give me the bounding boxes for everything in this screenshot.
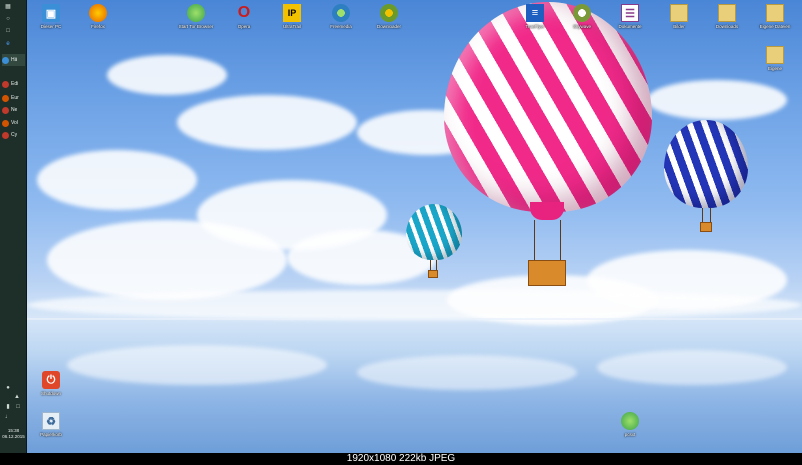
- desktop-icon-shutdown[interactable]: ⏻ Shutdown: [27, 371, 75, 396]
- desktop-icon-documents[interactable]: ☰ Dokumente: [606, 4, 654, 29]
- hot-air-balloon-teal: [406, 204, 462, 280]
- desktop-icon-this-pc[interactable]: ▣ Dieser PC: [27, 4, 75, 29]
- search-icon[interactable]: ○: [4, 16, 12, 23]
- downloads-folder-icon: [718, 4, 736, 22]
- app-icon: [621, 412, 639, 430]
- icon-label: UltraTrail: [282, 24, 302, 29]
- taskbar-item-5[interactable]: Cy: [2, 129, 25, 141]
- desktop-icon-firefox[interactable]: Firefox: [74, 4, 122, 29]
- desktop-icon-app[interactable]: pcsxt: [606, 412, 654, 437]
- icon-label: pcsxt: [624, 432, 636, 437]
- documents-icon: ☰: [621, 4, 639, 22]
- battery-icon[interactable]: ▮: [4, 404, 12, 411]
- taskbar-item-label: Vol: [11, 120, 18, 126]
- icon-label: Dokumente: [618, 24, 642, 29]
- pictures-folder-icon: [670, 4, 688, 22]
- power-icon: ⏻: [42, 371, 60, 389]
- app-icon: [2, 119, 9, 127]
- taskbar-item-label: Hä: [11, 57, 18, 63]
- firefox-icon: [89, 4, 107, 22]
- desktop-icon-recycle-bin[interactable]: ♻ Papierkorb: [27, 412, 75, 437]
- app-icon: [2, 131, 9, 139]
- desktop-icon-ultratrail[interactable]: IP UltraTrail: [268, 4, 316, 29]
- icon-label: TrueFlyer: [525, 24, 545, 29]
- icon-label: Firefox: [91, 24, 105, 29]
- trueflyer-icon: ≡: [526, 4, 544, 22]
- taskbar: ▦ ○ □ e Hä Edi Eur Ne Vol Cy ● ▲ ▮ □ ♩ 1…: [0, 0, 27, 453]
- taskbar-item-1[interactable]: Edi: [2, 78, 25, 90]
- desktop-icon-opera[interactable]: O Opera: [220, 4, 268, 29]
- skywave-icon: [573, 4, 591, 22]
- icon-label: Freemedia: [330, 24, 352, 29]
- app-icon: [2, 94, 9, 102]
- taskbar-clock[interactable]: 15:38 06.12.2015: [0, 428, 27, 440]
- folder-icon: [766, 46, 784, 64]
- icon-label: Eigene Dateien: [759, 24, 791, 29]
- opera-icon: O: [237, 4, 251, 21]
- edge-icon[interactable]: e: [4, 41, 12, 48]
- tor-icon: [187, 4, 205, 22]
- app-icon: [2, 80, 9, 88]
- ultratrail-icon: IP: [283, 4, 301, 22]
- desktop-icon-trueflyer[interactable]: ≡ TrueFlyer: [511, 4, 559, 29]
- computer-icon: ▣: [42, 4, 60, 22]
- window-icon: [2, 56, 9, 64]
- icon-label: Eigene: [767, 66, 782, 71]
- taskbar-item-3[interactable]: Ne: [2, 104, 25, 116]
- task-view-icon[interactable]: □: [4, 28, 12, 35]
- network-icon[interactable]: ▲: [13, 394, 21, 401]
- desktop-icon-freemedia[interactable]: Freemedia: [317, 4, 365, 29]
- hot-air-balloon-blue: [664, 120, 748, 234]
- desktop-icon-downloads[interactable]: Downloads: [703, 4, 751, 29]
- image-caption: 1920x1080 222kb JPEG: [0, 453, 802, 465]
- icon-label: Downloader: [376, 24, 401, 29]
- taskbar-item-label: Edi: [11, 81, 19, 87]
- freemedia-icon: [332, 4, 350, 22]
- volume-icon[interactable]: ♩: [4, 414, 12, 421]
- taskbar-item-label: Cy: [11, 132, 18, 138]
- desktop-icon-folder[interactable]: Eigene: [751, 46, 799, 71]
- icon-label: Downloads: [715, 24, 739, 29]
- icon-label: Shutdown: [40, 391, 61, 396]
- desktop-icon-downloader[interactable]: Downloader: [365, 4, 413, 29]
- hot-air-balloon-large: [444, 2, 652, 292]
- desktop-icon-pictures[interactable]: Bilder: [655, 4, 703, 29]
- icon-label: Dieser PC: [40, 24, 62, 29]
- recycle-bin-icon: ♻: [42, 412, 60, 430]
- icon-label: Skywave: [572, 24, 591, 29]
- folder-icon: [766, 4, 784, 22]
- desktop-icon-my-files[interactable]: Eigene Dateien: [751, 4, 799, 29]
- notification-icon[interactable]: □: [14, 404, 22, 411]
- clock-date: 06.12.2015: [2, 434, 25, 439]
- people-icon[interactable]: ●: [4, 385, 12, 392]
- icon-label: Bilder: [673, 24, 685, 29]
- icon-label: Opera: [237, 24, 251, 29]
- taskbar-item-label: Eur: [11, 95, 19, 101]
- icon-label: Papierkorb: [40, 432, 62, 437]
- taskbar-item-2[interactable]: Eur: [2, 92, 25, 104]
- app-icon: [2, 106, 9, 114]
- icon-label: Start Tor Browser: [178, 24, 214, 29]
- taskbar-item-label: Ne: [11, 107, 18, 113]
- desktop-icon-tor[interactable]: Start Tor Browser: [172, 4, 220, 29]
- taskbar-item-active[interactable]: Hä: [2, 54, 25, 66]
- start-icon[interactable]: ▦: [4, 4, 12, 11]
- desktop-screen: ▦ ○ □ e Hä Edi Eur Ne Vol Cy ● ▲ ▮ □ ♩ 1…: [0, 0, 802, 453]
- downloader-icon: [380, 4, 398, 22]
- desktop-icon-skywave[interactable]: Skywave: [558, 4, 606, 29]
- taskbar-item-4[interactable]: Vol: [2, 117, 25, 129]
